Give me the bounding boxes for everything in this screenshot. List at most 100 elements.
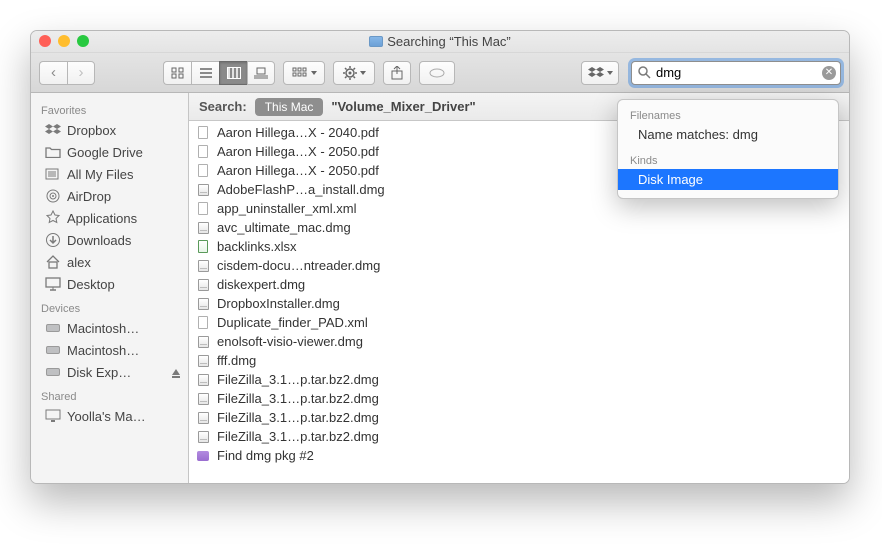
action-button[interactable] xyxy=(333,61,375,85)
smart-file-icon xyxy=(195,449,211,463)
file-row[interactable]: FileZilla_3.1…p.tar.bz2.dmg xyxy=(189,408,849,427)
file-name: AdobeFlashP…a_install.dmg xyxy=(217,182,385,197)
sidebar-item[interactable]: Google Drive xyxy=(31,141,188,163)
file-name: diskexpert.dmg xyxy=(217,277,305,292)
sidebar-item-label: Macintosh… xyxy=(67,321,139,336)
dmg-file-icon xyxy=(195,354,211,368)
forward-button[interactable]: › xyxy=(67,61,95,85)
file-name: Duplicate_finder_PAD.xml xyxy=(217,315,368,330)
folder-icon xyxy=(45,144,61,160)
file-row[interactable]: FileZilla_3.1…p.tar.bz2.dmg xyxy=(189,389,849,408)
view-list-button[interactable] xyxy=(191,61,219,85)
file-row[interactable]: app_uninstaller_xml.xml xyxy=(189,199,849,218)
file-row[interactable]: FileZilla_3.1…p.tar.bz2.dmg xyxy=(189,370,849,389)
sidebar-item-label: Google Drive xyxy=(67,145,143,160)
maximize-button[interactable] xyxy=(77,35,89,47)
search-clear-button[interactable]: ✕ xyxy=(822,66,836,80)
search-wrap: ✕ xyxy=(631,61,841,85)
view-columns-button[interactable] xyxy=(219,61,247,85)
minimize-button[interactable] xyxy=(58,35,70,47)
file-row[interactable]: FileZilla_3.1…p.tar.bz2.dmg xyxy=(189,427,849,446)
hd-icon xyxy=(45,342,61,358)
traffic-lights xyxy=(39,35,89,47)
dmg-file-icon xyxy=(195,411,211,425)
file-name: app_uninstaller_xml.xml xyxy=(217,201,356,216)
sidebar-item[interactable]: Dropbox xyxy=(31,119,188,141)
doc-file-icon xyxy=(195,202,211,216)
dropbox-toolbar-button[interactable] xyxy=(581,61,619,85)
share-button[interactable] xyxy=(383,61,411,85)
view-coverflow-button[interactable] xyxy=(247,61,275,85)
sidebar-item-label: Yoolla's Ma… xyxy=(67,409,146,424)
sidebar-item-label: alex xyxy=(67,255,91,270)
sidebar-item[interactable]: Macintosh… xyxy=(31,317,188,339)
dmg-file-icon xyxy=(195,430,211,444)
file-name: Find dmg pkg #2 xyxy=(217,448,314,463)
dmg-file-icon xyxy=(195,297,211,311)
sidebar-item-label: Macintosh… xyxy=(67,343,139,358)
file-row[interactable]: enolsoft-visio-viewer.dmg xyxy=(189,332,849,351)
sidebar[interactable]: FavoritesDropbox Google Drive All My Files… xyxy=(31,93,189,483)
dmg-file-icon xyxy=(195,259,211,273)
sidebar-item[interactable]: alex xyxy=(31,251,188,273)
sidebar-item[interactable]: Disk Exp… xyxy=(31,361,188,383)
dmg-file-icon xyxy=(195,335,211,349)
sidebar-item[interactable]: All My Files xyxy=(31,163,188,185)
sidebar-item[interactable]: Downloads xyxy=(31,229,188,251)
file-row[interactable]: diskexpert.dmg xyxy=(189,275,849,294)
file-row[interactable]: cisdem-docu…ntreader.dmg xyxy=(189,256,849,275)
doc-file-icon xyxy=(195,126,211,140)
sidebar-item[interactable]: Yoolla's Ma… xyxy=(31,405,188,427)
sidebar-item-label: All My Files xyxy=(67,167,133,182)
sidebar-item-label: Desktop xyxy=(67,277,115,292)
suggestion-disk-image[interactable]: Disk Image xyxy=(618,169,838,190)
dmg-file-icon xyxy=(195,373,211,387)
nav-group: ‹ › xyxy=(39,61,95,85)
file-name: Aaron Hillega…X - 2050.pdf xyxy=(217,144,379,159)
desktop-icon xyxy=(45,276,61,292)
suggestion-name-matches[interactable]: Name matches: dmg xyxy=(618,124,838,145)
back-button[interactable]: ‹ xyxy=(39,61,67,85)
file-row[interactable]: avc_ultimate_mac.dmg xyxy=(189,218,849,237)
view-icons-button[interactable] xyxy=(163,61,191,85)
scope-this-mac-button[interactable]: This Mac xyxy=(255,98,324,116)
file-row[interactable]: Find dmg pkg #2 xyxy=(189,446,849,465)
scope-folder-button[interactable]: "Volume_Mixer_Driver" xyxy=(331,99,475,114)
window-title-text: Searching “This Mac” xyxy=(387,34,511,49)
monitor-icon xyxy=(45,408,61,424)
sidebar-item-label: Disk Exp… xyxy=(67,365,131,380)
window-title: Searching “This Mac” xyxy=(369,34,511,49)
suggestions-kinds-heading: Kinds xyxy=(618,151,838,169)
airdrop-icon xyxy=(45,188,61,204)
file-name: FileZilla_3.1…p.tar.bz2.dmg xyxy=(217,391,379,406)
file-name: FileZilla_3.1…p.tar.bz2.dmg xyxy=(217,372,379,387)
file-row[interactable]: DropboxInstaller.dmg xyxy=(189,294,849,313)
share-icon xyxy=(391,66,403,80)
grid-icon xyxy=(292,67,308,79)
hd-icon xyxy=(45,364,61,380)
file-name: backlinks.xlsx xyxy=(217,239,296,254)
file-name: fff.dmg xyxy=(217,353,256,368)
home-icon xyxy=(45,254,61,270)
tags-button[interactable] xyxy=(419,61,455,85)
sidebar-heading: Favorites xyxy=(31,97,188,119)
doc-file-icon xyxy=(195,145,211,159)
search-input[interactable] xyxy=(631,61,841,85)
sidebar-item[interactable]: AirDrop xyxy=(31,185,188,207)
toolbar: ‹ › xyxy=(31,53,849,93)
sidebar-item[interactable]: Macintosh… xyxy=(31,339,188,361)
close-button[interactable] xyxy=(39,35,51,47)
file-row[interactable]: backlinks.xlsx xyxy=(189,237,849,256)
file-name: cisdem-docu…ntreader.dmg xyxy=(217,258,380,273)
arrange-button[interactable] xyxy=(283,61,325,85)
sidebar-item[interactable]: Applications xyxy=(31,207,188,229)
downloads-icon xyxy=(45,232,61,248)
file-name: Aaron Hillega…X - 2050.pdf xyxy=(217,163,379,178)
doc-file-icon xyxy=(195,164,211,178)
finder-window: Searching “This Mac” ‹ › xyxy=(30,30,850,484)
eject-icon[interactable] xyxy=(172,369,180,375)
sidebar-item[interactable]: Desktop xyxy=(31,273,188,295)
sidebar-item-label: AirDrop xyxy=(67,189,111,204)
file-row[interactable]: Duplicate_finder_PAD.xml xyxy=(189,313,849,332)
file-row[interactable]: fff.dmg xyxy=(189,351,849,370)
